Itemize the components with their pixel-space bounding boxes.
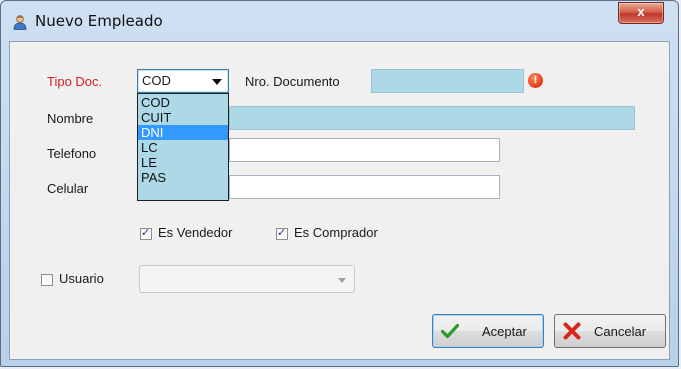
nro-documento-input[interactable] [371, 69, 524, 93]
es-vendedor-checkbox[interactable] [140, 226, 152, 240]
dropdown-option-le[interactable]: LE [138, 155, 228, 170]
dropdown-option-cuit[interactable]: CUIT [138, 110, 228, 125]
cancelar-label: Cancelar [594, 324, 647, 339]
form-panel: Tipo Doc. COD COD CUIT DNI LC LE PAS Nro… [9, 41, 670, 360]
tipo-doc-value: COD [142, 73, 171, 88]
nombre-label: Nombre [47, 111, 94, 126]
es-vendedor-label[interactable]: Es Vendedor [158, 225, 232, 240]
dropdown-option-pas[interactable]: PAS [138, 170, 228, 185]
cancelar-button[interactable]: Cancelar [554, 314, 666, 348]
celular-input[interactable] [229, 175, 500, 199]
usuario-select [139, 265, 355, 293]
window-title: Nuevo Empleado [35, 12, 163, 30]
dropdown-option-cod[interactable]: COD [138, 95, 228, 110]
es-comprador-label[interactable]: Es Comprador [294, 225, 378, 240]
celular-label: Celular [47, 181, 89, 196]
dropdown-option-lc[interactable]: LC [138, 140, 228, 155]
user-icon [13, 15, 27, 30]
check-icon [441, 323, 459, 339]
telefono-input[interactable] [229, 138, 500, 162]
chevron-down-icon [338, 278, 346, 283]
tipo-doc-dropdown-list: COD CUIT DNI LC LE PAS [137, 93, 229, 201]
chevron-down-icon[interactable] [212, 79, 222, 85]
title-bar[interactable]: Nuevo Empleado x [1, 1, 678, 41]
es-comprador-checkbox[interactable] [276, 226, 288, 240]
close-icon: x [637, 4, 645, 19]
dropdown-option-dni[interactable]: DNI [138, 125, 228, 140]
telefono-label: Telefono [47, 146, 97, 161]
aceptar-label: Aceptar [482, 324, 527, 339]
close-button[interactable]: x [618, 2, 664, 24]
cancel-x-icon [563, 322, 581, 340]
error-icon: ! [528, 73, 543, 88]
usuario-label[interactable]: Usuario [59, 271, 104, 286]
nro-documento-label: Nro. Documento [245, 74, 340, 89]
usuario-checkbox[interactable] [41, 274, 53, 286]
tipo-doc-label: Tipo Doc. [47, 74, 103, 89]
dialog-window: Nuevo Empleado x Tipo Doc. COD COD CUIT … [0, 0, 679, 367]
nombre-input[interactable] [229, 106, 635, 130]
aceptar-button[interactable]: Aceptar [432, 314, 544, 348]
tipo-doc-select[interactable]: COD [137, 69, 229, 93]
